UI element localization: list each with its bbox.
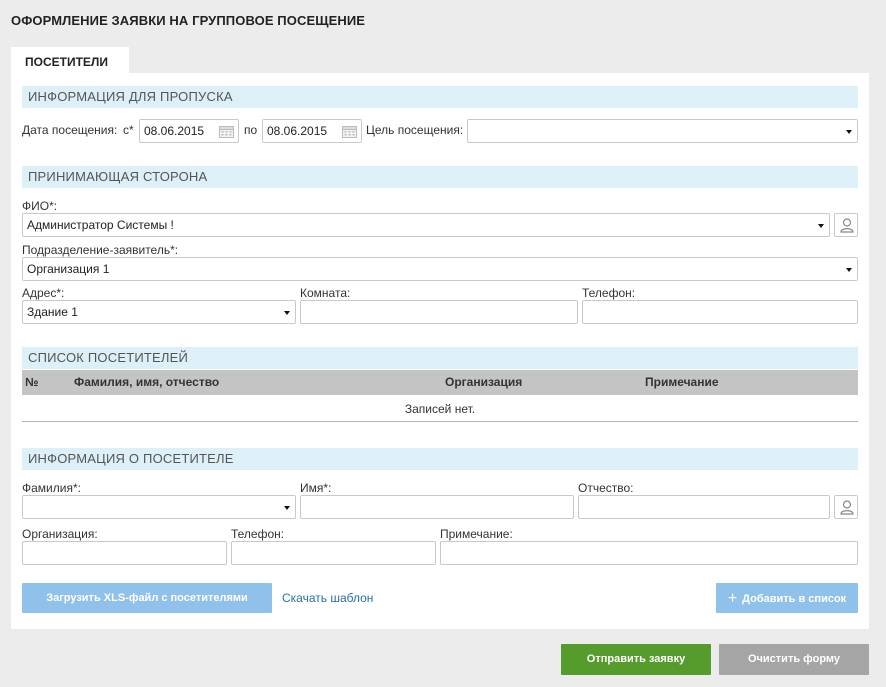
dept-select[interactable]: Организация 1 [22,257,858,281]
calendar-icon[interactable] [342,125,357,138]
date-to-value: 08.06.2015 [267,124,328,138]
fio-label: ФИО*: [22,199,58,213]
fio-value: Администратор Системы ! [27,218,174,232]
visitor-note-label: Примечание: [440,527,513,541]
chevron-down-icon [818,224,824,228]
date-to-label: по [244,123,258,137]
chevron-down-icon [284,506,290,510]
select-person-button[interactable] [834,213,858,237]
firstname-label: Имя*: [300,481,332,495]
section-pass-info: ИНФОРМАЦИЯ ДЛЯ ПРОПУСКА [22,86,858,108]
lastname-select[interactable] [22,495,296,519]
date-to-input[interactable]: 08.06.2015 [262,119,362,143]
submit-request-button[interactable]: Отправить заявку [561,644,711,675]
visitor-note-input[interactable] [440,541,858,565]
section-visitor-info: ИНФОРМАЦИЯ О ПОСЕТИТЕЛЕ [22,448,858,470]
plus-icon: + [727,590,738,607]
date-from-label: с* [123,123,134,137]
upload-xls-button[interactable]: Загрузить XLS-файл с посетителями [22,583,272,613]
visitor-org-label: Организация: [22,527,98,541]
section-host: ПРИНИМАЮЩАЯ СТОРОНА [22,166,858,188]
dept-value: Организация 1 [27,262,110,276]
visit-date-label: Дата посещения: [22,123,118,137]
download-template-link[interactable]: Скачать шаблон [282,591,373,605]
page-title: ОФОРМЛЕНИЕ ЗАЯВКИ НА ГРУППОВОЕ ПОСЕЩЕНИЕ [11,13,366,28]
room-label: Комната: [300,286,351,300]
fio-select[interactable]: Администратор Системы ! [22,213,830,237]
chevron-down-icon [846,130,852,134]
calendar-icon[interactable] [219,125,234,138]
purpose-select[interactable] [467,119,858,143]
firstname-input[interactable] [300,495,574,519]
table-header: № Фамилия, имя, отчество Организация При… [22,370,858,395]
section-visitors-list: СПИСОК ПОСЕТИТЕЛЕЙ [22,347,858,369]
col-fullname[interactable]: Фамилия, имя, отчество [74,375,219,389]
visitor-org-input[interactable] [22,541,227,565]
room-input[interactable] [300,300,578,324]
patronymic-input[interactable] [578,495,830,519]
visitor-phone-label: Телефон: [231,527,285,541]
host-phone-input[interactable] [582,300,858,324]
patronymic-label: Отчество: [578,481,634,495]
col-organization[interactable]: Организация [445,375,522,389]
tab-visitors[interactable]: ПОСЕТИТЕЛИ [11,47,129,73]
dept-label: Подразделение-заявитель*: [22,243,179,257]
col-number[interactable]: № [25,375,38,389]
address-label: Адрес*: [22,286,65,300]
person-icon [840,500,854,515]
person-icon [840,218,854,233]
select-visitor-button[interactable] [834,495,858,519]
col-note[interactable]: Примечание [645,375,719,389]
table-empty-message: Записей нет. [22,395,858,422]
add-to-list-button[interactable]: + Добавить в список [716,583,858,613]
chevron-down-icon [846,268,852,272]
host-phone-label: Телефон: [582,286,636,300]
date-from-value: 08.06.2015 [144,124,205,138]
address-value: Здание 1 [27,305,78,319]
purpose-label: Цель посещения: [366,123,464,137]
lastname-label: Фамилия*: [22,481,81,495]
clear-form-button[interactable]: Очистить форму [719,644,869,675]
add-to-list-label: Добавить в список [742,593,847,605]
chevron-down-icon [284,311,290,315]
address-select[interactable]: Здание 1 [22,300,296,324]
visitor-phone-input[interactable] [231,541,436,565]
date-from-input[interactable]: 08.06.2015 [139,119,239,143]
